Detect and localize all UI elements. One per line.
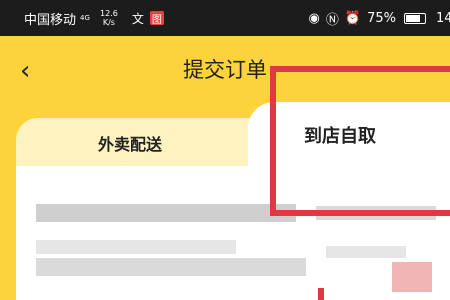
network-type: 4G — [80, 13, 90, 22]
carrier-name: 中国移动 — [24, 12, 77, 28]
alarm-icon: ⏰ — [344, 10, 362, 26]
app-notification-icon: 图 — [149, 11, 164, 26]
annotation-line — [318, 288, 324, 300]
tab-delivery[interactable]: 外卖配送 — [16, 118, 264, 168]
back-arrow-icon[interactable]: ‹ — [20, 58, 42, 84]
tab-delivery-label: 外卖配送 — [97, 135, 162, 154]
nfc-icon: Ⓝ — [325, 12, 339, 28]
tab-pickup-label: 到店自取 — [304, 126, 376, 147]
blurred-text — [326, 246, 406, 258]
eye-comfort-icon: ◉ — [308, 10, 320, 26]
blurred-text — [316, 206, 436, 220]
battery-icon — [404, 12, 426, 24]
speed-value: 12.6 — [100, 9, 118, 18]
page-header: ‹ 提交订单 — [0, 36, 450, 110]
status-bar: 中国移动 4G 12.6 K/s 文 图 ◉ Ⓝ ⏰ 75% 14 — [0, 0, 450, 36]
speed-unit: K/s — [102, 18, 115, 27]
text-icon: 文 — [131, 11, 144, 26]
blurred-text — [36, 240, 236, 254]
order-card — [16, 166, 450, 300]
clock: 14 — [436, 10, 450, 26]
battery-percent: 75% — [367, 10, 396, 26]
blurred-address — [36, 204, 296, 222]
annotation-mark — [392, 262, 432, 292]
blurred-text — [36, 258, 306, 276]
network-speed: 12.6 K/s — [100, 9, 118, 27]
page-title: 提交订单 — [183, 58, 267, 82]
